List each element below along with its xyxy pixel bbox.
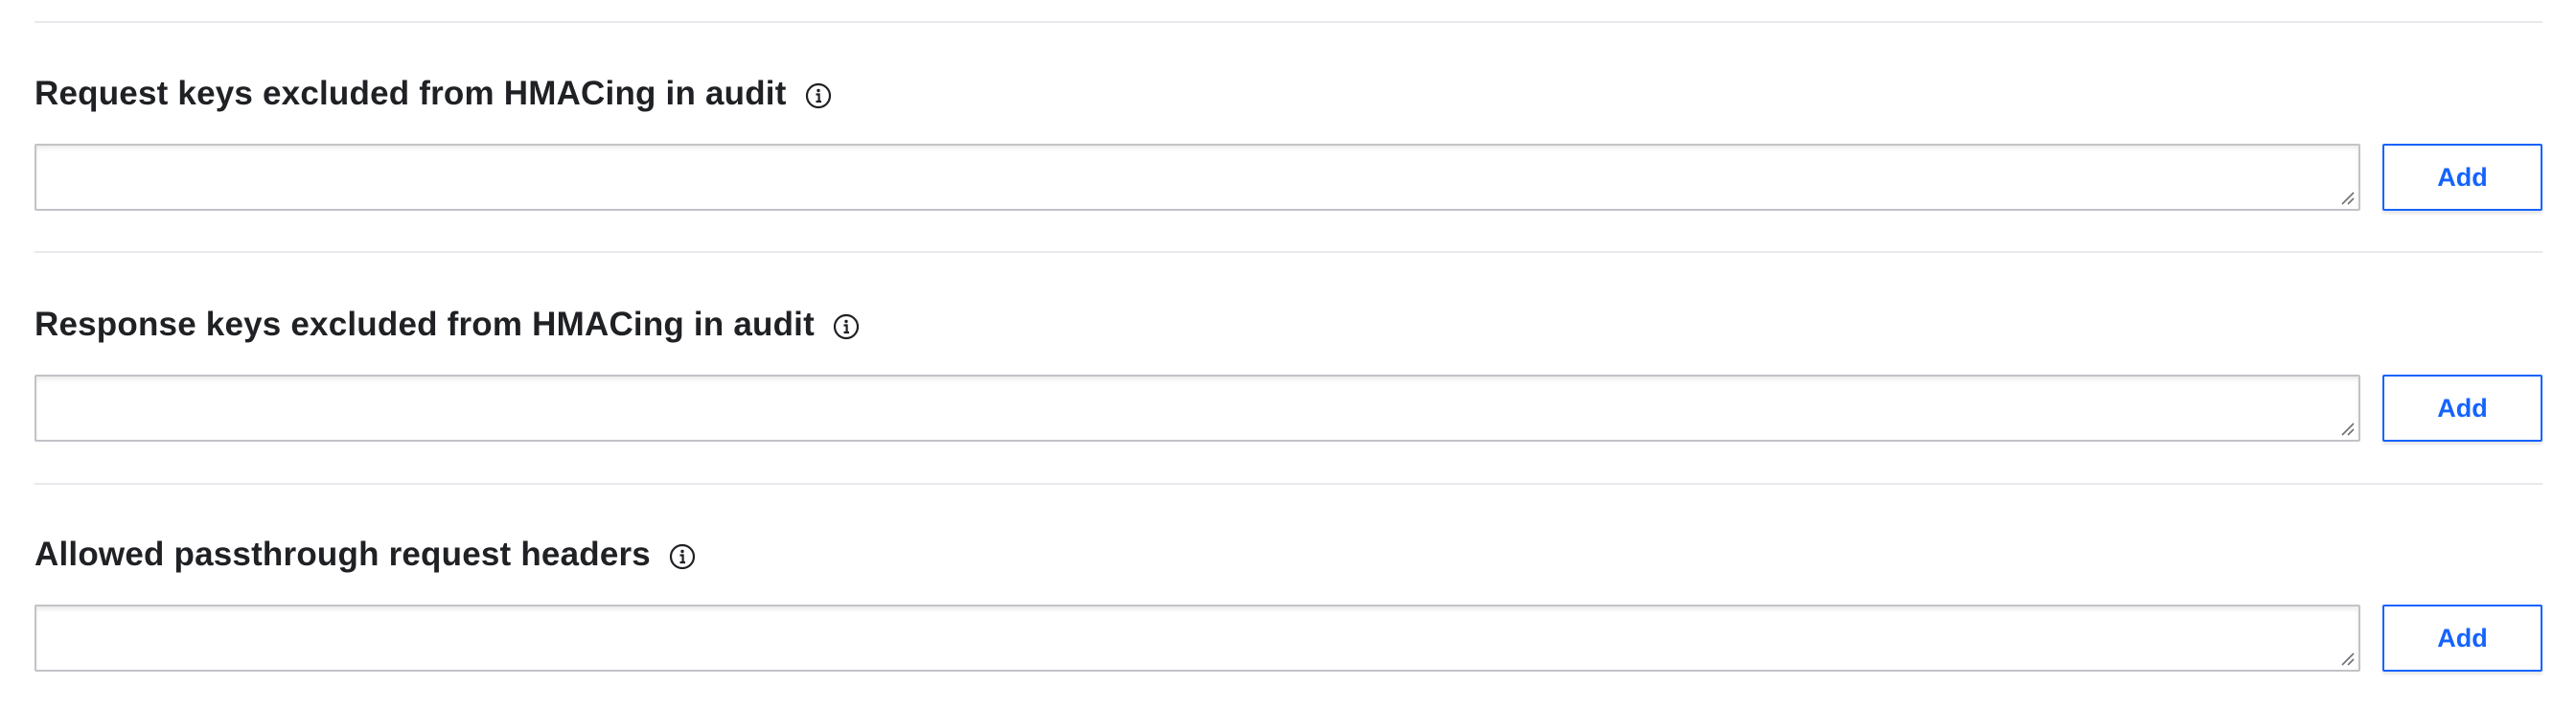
request-keys-input[interactable]	[34, 144, 2360, 211]
passthrough-headers-label: Allowed passthrough request headers	[34, 536, 651, 573]
passthrough-headers-input[interactable]	[34, 605, 2360, 672]
request-keys-hmac-section: Request keys excluded from HMACing in au…	[34, 71, 2542, 263]
info-icon[interactable]	[804, 81, 833, 110]
field-label-row: Allowed passthrough request headers	[34, 532, 697, 578]
request-keys-label: Request keys excluded from HMACing in au…	[34, 75, 787, 112]
section-divider	[34, 21, 2542, 23]
form-page: Request keys excluded from HMACing in au…	[0, 0, 2576, 709]
section-divider	[34, 483, 2542, 485]
response-keys-label: Response keys excluded from HMACing in a…	[34, 306, 815, 343]
response-keys-hmac-section: Response keys excluded from HMACing in a…	[34, 302, 2542, 493]
field-label-row: Request keys excluded from HMACing in au…	[34, 71, 833, 117]
field-label-row: Response keys excluded from HMACing in a…	[34, 302, 861, 348]
info-icon[interactable]	[832, 312, 861, 341]
passthrough-headers-add-button[interactable]: Add	[2382, 605, 2542, 672]
response-keys-add-button[interactable]: Add	[2382, 375, 2542, 442]
section-divider	[34, 251, 2542, 253]
request-keys-add-button[interactable]: Add	[2382, 144, 2542, 211]
resize-handle-icon[interactable]	[2339, 190, 2355, 205]
response-keys-input[interactable]	[34, 375, 2360, 442]
info-icon[interactable]	[668, 542, 697, 571]
passthrough-headers-section: Allowed passthrough request headers Add	[34, 532, 2542, 709]
resize-handle-icon[interactable]	[2339, 651, 2355, 666]
resize-handle-icon[interactable]	[2339, 421, 2355, 436]
